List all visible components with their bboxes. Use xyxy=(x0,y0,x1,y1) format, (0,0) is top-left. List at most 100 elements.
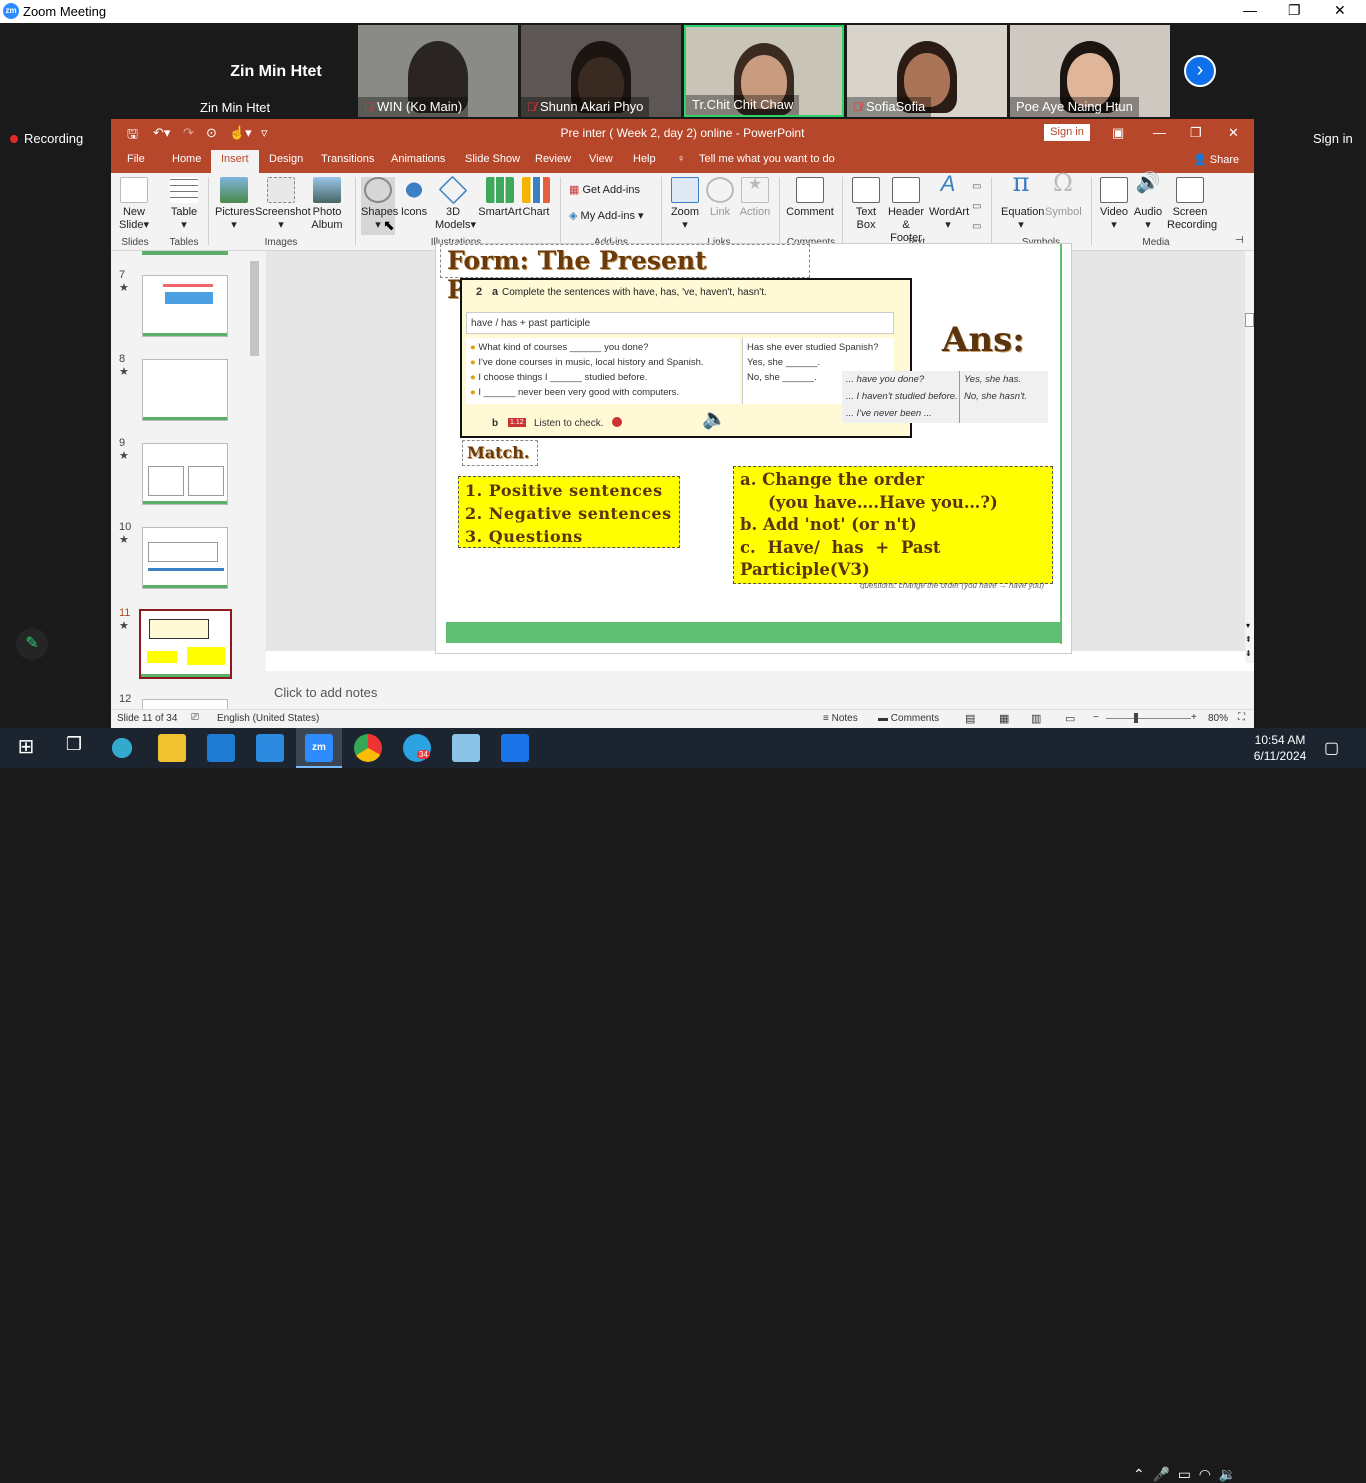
tab-view[interactable]: View xyxy=(589,153,613,165)
smartart-button[interactable]: SmartArt xyxy=(478,177,522,219)
slide-thumbnail-8[interactable] xyxy=(142,359,228,421)
text-box-button[interactable]: Text Box xyxy=(851,177,881,232)
thumbnail-scrollbar[interactable] xyxy=(249,261,260,709)
windows-start-icon[interactable]: ⊞ xyxy=(12,734,40,762)
next-page-arrow-icon[interactable]: › xyxy=(1184,55,1216,87)
video-button[interactable]: Video ▾ xyxy=(1099,177,1129,232)
tab-insert[interactable]: Insert xyxy=(211,150,259,173)
slide-thumbnail-9[interactable] xyxy=(142,443,228,505)
reading-view-icon[interactable]: ▥ xyxy=(1031,712,1041,725)
3d-models-button[interactable]: 3D Models▾ xyxy=(435,175,476,232)
recording-indicator[interactable]: Recording xyxy=(10,131,83,146)
slide-title[interactable]: Form: The Present Perfect xyxy=(440,244,810,304)
customize-qat-icon[interactable]: ▿ xyxy=(261,125,268,141)
battery-icon[interactable]: ▭ xyxy=(1178,1466,1191,1482)
participant-tile[interactable]: Poe Aye Naing Htun xyxy=(1010,25,1170,117)
microsoft-store-icon[interactable] xyxy=(207,734,235,762)
normal-view-icon[interactable]: ▤ xyxy=(965,712,975,725)
answer-heading[interactable]: Ans: xyxy=(942,320,1025,360)
zoom-out-icon[interactable]: − xyxy=(1093,712,1099,723)
edge-browser-icon[interactable] xyxy=(108,734,136,762)
slide-thumbnail-12[interactable] xyxy=(142,699,228,709)
chrome-icon[interactable] xyxy=(354,734,382,762)
telegram-icon[interactable]: 34 xyxy=(403,734,431,762)
comment-button[interactable]: Comment xyxy=(786,177,834,219)
file-explorer-icon[interactable] xyxy=(158,734,186,762)
ppt-sign-in-button[interactable]: Sign in xyxy=(1044,124,1090,141)
slide-thumbnail-7[interactable] xyxy=(142,275,228,337)
text-small-icons[interactable]: ▭ ▭ ▭ xyxy=(972,177,986,237)
symbol-button[interactable]: Ω Symbol xyxy=(1045,171,1082,219)
get-addins-button[interactable]: ▦ Get Add-ins xyxy=(569,183,640,196)
slide-11[interactable]: Form: The Present Perfect 2 a Complete t… xyxy=(435,243,1072,654)
slide-sorter-icon[interactable]: ▦ xyxy=(999,712,1009,725)
wifi-icon[interactable]: ◠ xyxy=(1199,1466,1211,1482)
comments-toggle[interactable]: ▬ Comments xyxy=(878,713,939,724)
language-status[interactable]: English (United States) xyxy=(217,713,319,724)
mail-icon[interactable] xyxy=(256,734,284,762)
my-addins-button[interactable]: ◈ My Add-ins ▾ xyxy=(569,209,644,222)
close-icon[interactable]: ✕ xyxy=(1228,125,1239,141)
rules-box[interactable]: a. Change the order (you have….Have you…… xyxy=(733,466,1053,584)
redo-icon[interactable]: ↷ xyxy=(183,125,194,141)
zoom-level[interactable]: 80% xyxy=(1208,713,1228,724)
pictures-button[interactable]: Pictures ▾ xyxy=(215,177,255,232)
tab-help[interactable]: Help xyxy=(633,153,656,165)
sentence-types-box[interactable]: 1. Positive sentences 2. Negative senten… xyxy=(458,476,680,548)
chevron-up-icon[interactable]: ⌃ xyxy=(1133,1466,1145,1482)
collapse-ribbon-icon[interactable]: ⊣ xyxy=(1235,235,1244,246)
close-icon[interactable]: ✕ xyxy=(1334,2,1346,19)
notes-toggle[interactable]: ≡ Notes xyxy=(823,713,858,724)
speaker-icon[interactable]: 🔈 xyxy=(702,406,727,431)
prev-slide-icon[interactable]: ⇞ xyxy=(1245,635,1252,644)
tab-file[interactable]: File xyxy=(127,153,145,165)
restore-icon[interactable]: ❐ xyxy=(1288,2,1301,19)
task-view-icon[interactable]: ❐ xyxy=(60,734,88,762)
chart-button[interactable]: Chart xyxy=(522,177,550,219)
tell-me-search[interactable]: Tell me what you want to do xyxy=(699,153,835,165)
tab-home[interactable]: Home xyxy=(172,153,201,165)
annotate-pen-icon[interactable]: ✎ xyxy=(16,628,48,660)
next-slide-icon[interactable]: ⇟ xyxy=(1245,649,1252,658)
slide-scrollbar[interactable]: ▾ ⇞ ⇟ xyxy=(1245,251,1254,663)
clock[interactable]: 10:54 AM 6/11/2024 xyxy=(1250,732,1310,764)
zoom-button[interactable]: Zoom ▾ xyxy=(669,177,701,232)
link-button[interactable]: Link xyxy=(705,177,735,219)
participant-tile[interactable]: 🎙̸ SofiaSofia xyxy=(847,25,1007,117)
app-icon[interactable] xyxy=(452,734,480,762)
slideshow-icon[interactable]: ▭ xyxy=(1065,712,1075,725)
volume-icon[interactable]: 🔉 xyxy=(1219,1466,1236,1482)
zoom-in-icon[interactable]: + xyxy=(1191,712,1197,723)
zoom-slider[interactable] xyxy=(1106,713,1191,723)
microphone-icon[interactable]: 🎤 xyxy=(1153,1466,1170,1482)
photo-album-button[interactable]: Photo Album xyxy=(309,177,345,232)
new-slide-button[interactable]: New Slide▾ xyxy=(117,177,151,232)
tab-design[interactable]: Design xyxy=(269,153,303,165)
accessibility-icon[interactable]: ⎚ xyxy=(191,712,199,723)
fit-slide-icon[interactable]: ⛶ xyxy=(1238,712,1245,723)
ribbon-display-icon[interactable]: ▣ xyxy=(1112,125,1124,141)
participant-tile-active-speaker[interactable]: Tr.Chit Chit Chaw xyxy=(684,25,844,117)
undo-icon[interactable]: ↶▾ xyxy=(153,125,170,141)
save-icon[interactable]: 🖫 xyxy=(127,125,138,147)
app-icon[interactable] xyxy=(501,734,529,762)
tab-slide-show[interactable]: Slide Show xyxy=(465,153,520,165)
audio-button[interactable]: 🔊 Audio ▾ xyxy=(1133,173,1163,232)
equation-button[interactable]: π Equation ▾ xyxy=(1001,170,1044,232)
screen-recording-button[interactable]: Screen Recording xyxy=(1167,177,1217,232)
participant-tile[interactable]: 🎙̸ Shunn Akari Phyo xyxy=(521,25,681,117)
present-icon[interactable]: ⊙ xyxy=(206,125,217,141)
tab-transitions[interactable]: Transitions xyxy=(321,153,374,165)
slide-thumbnail-10[interactable] xyxy=(142,527,228,589)
tab-animations[interactable]: Animations xyxy=(391,153,445,165)
wordart-button[interactable]: A WordArt ▾ xyxy=(929,173,969,232)
match-label[interactable]: Match. xyxy=(462,440,538,466)
restore-icon[interactable]: ❐ xyxy=(1190,125,1202,141)
minimize-icon[interactable]: — xyxy=(1243,2,1257,18)
header-footer-button[interactable]: Header & Footer xyxy=(885,177,927,245)
icons-button[interactable]: Icons xyxy=(399,177,429,219)
zoom-taskbar-button[interactable]: zm xyxy=(296,728,342,768)
screenshot-button[interactable]: Screenshot ▾ xyxy=(255,177,311,232)
participant-tile[interactable]: 🎙̸ WIN (Ko Main) xyxy=(358,25,518,117)
notifications-icon[interactable]: ▢ xyxy=(1324,738,1339,758)
